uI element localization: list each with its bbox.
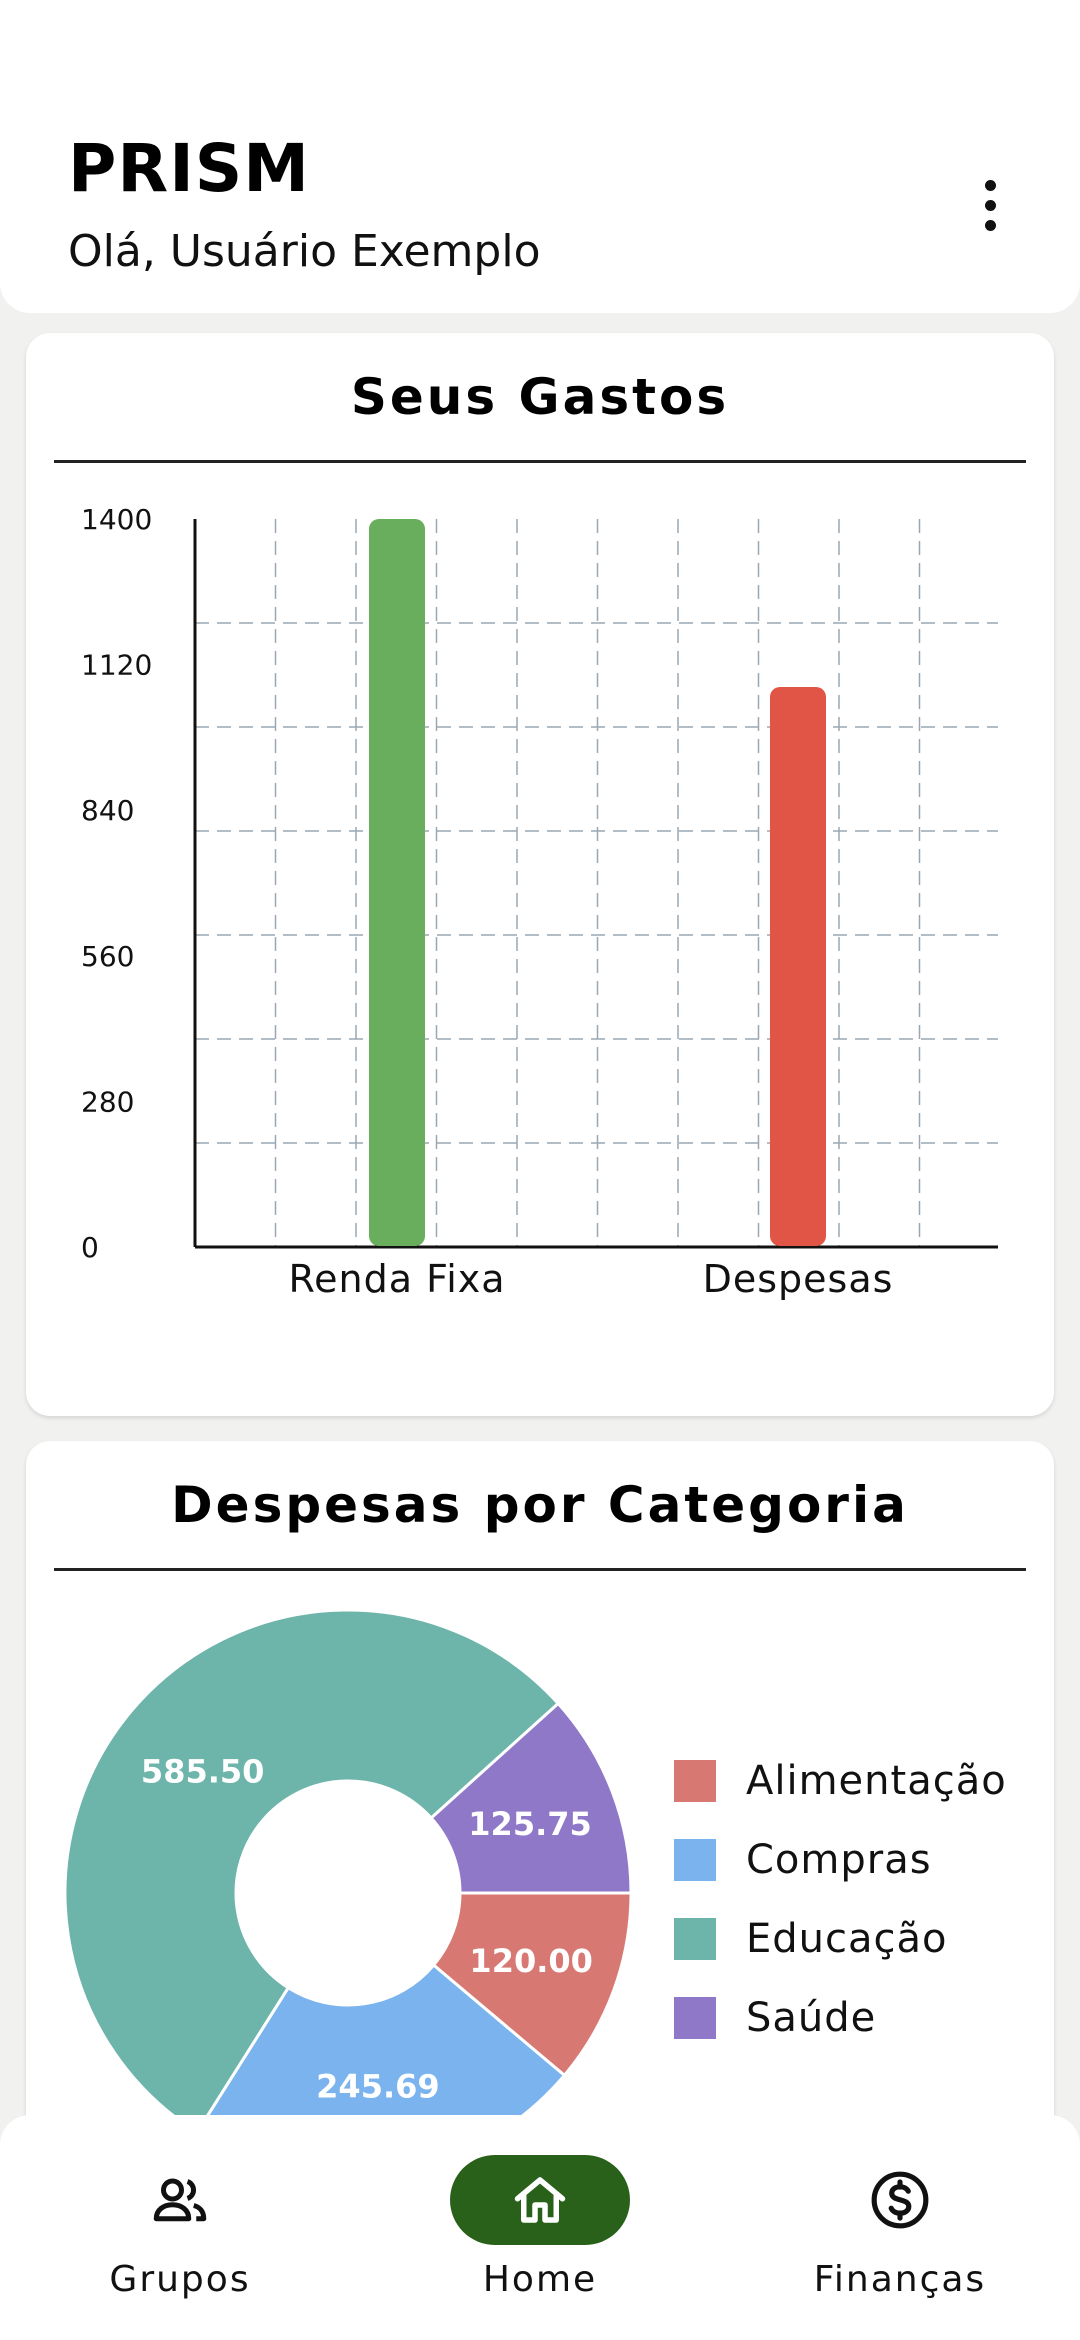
nav-item-home[interactable]: Home (420, 2155, 660, 2305)
bar-despesas (770, 686, 826, 1246)
nav-label-home: Home (482, 2259, 598, 2300)
chart-legend: Alimentação Compras Educação Saúde (674, 1741, 1007, 2057)
user-greeting: Olá, Usuário Exemplo (68, 226, 541, 277)
slice-value-label: 585.50 (141, 1753, 264, 1791)
legend-item-compras: Compras (674, 1820, 1007, 1899)
spending-card: Seus Gastos 0 280 560 840 1120 1400 Renda Fixa… (26, 333, 1054, 1416)
legend-label: Saúde (746, 1994, 877, 2041)
y-tick-label: 0 (81, 1231, 99, 1264)
legend-swatch (674, 1838, 716, 1881)
menu-dot (984, 179, 996, 191)
legend-item-educação: Educação (674, 1899, 1007, 1978)
dollar-icon (871, 2171, 929, 2229)
bar-renda-fixa (369, 519, 425, 1246)
nav-label-grupos: Grupos (109, 2259, 251, 2300)
y-tick-label: 1120 (81, 649, 152, 682)
groups-icon (153, 2178, 207, 2222)
spending-bar-chart: 0 280 560 840 1120 1400 Renda Fixa Despesas (81, 503, 998, 1301)
nav-label-financas: Finanças (813, 2259, 987, 2300)
legend-swatch (674, 1996, 716, 2039)
y-tick-label: 560 (81, 940, 134, 973)
legend-label: Educação (746, 1915, 948, 1962)
slice-value-label: 245.69 (316, 2068, 439, 2106)
x-tick-label: Despesas (703, 1257, 894, 1301)
category-card: Despesas por Categoria 120.00 245.69 585.5… (26, 1441, 1054, 2161)
menu-dot (984, 199, 996, 211)
menu-dot (984, 219, 996, 231)
y-tick-label: 280 (81, 1085, 134, 1118)
legend-label: Alimentação (746, 1757, 1007, 1804)
nav-item-financas[interactable]: Finanças (780, 2155, 1020, 2305)
slice-value-label: 120.00 (469, 1942, 592, 1980)
slice-value-label: 125.75 (468, 1805, 591, 1843)
legend-item-saúde: Saúde (674, 1978, 1007, 2057)
more-vertical-icon[interactable] (960, 170, 1020, 240)
x-tick-label: Renda Fixa (288, 1257, 505, 1301)
app-header: PRISM Olá, Usuário Exemplo (0, 0, 1080, 313)
legend-swatch (674, 1759, 716, 1802)
bottom-navigation: Grupos Home Finanças (0, 2115, 1080, 2340)
y-tick-label: 1400 (81, 503, 152, 536)
app-title: PRISM (68, 130, 310, 207)
legend-swatch (674, 1917, 716, 1960)
nav-item-grupos[interactable]: Grupos (60, 2155, 300, 2305)
legend-item-alimentação: Alimentação (674, 1741, 1007, 1820)
y-tick-label: 840 (81, 794, 134, 827)
legend-label: Compras (746, 1836, 932, 1883)
home-icon (514, 2177, 566, 2223)
